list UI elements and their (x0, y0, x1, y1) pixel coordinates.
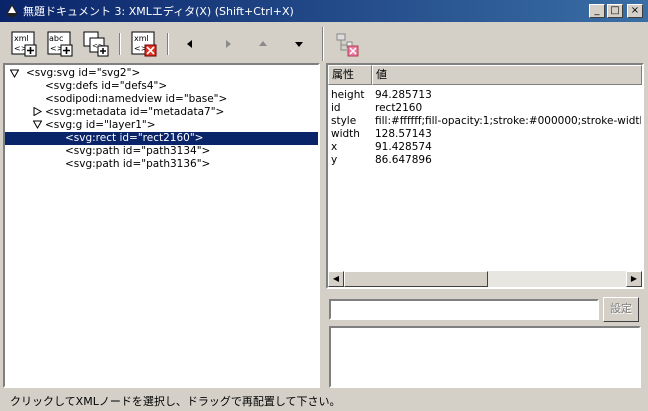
attr-name[interactable]: x (331, 141, 337, 154)
delete-attribute-button[interactable] (332, 29, 362, 59)
tree-node-metadata7[interactable]: <svg:metadata id="metadata7"> (45, 106, 224, 119)
tree-node-defs4[interactable]: <svg:defs id="defs4"> (45, 80, 167, 93)
xml-node-tree[interactable]: <svg:svg id="svg2"> <svg:defs id="defs4"… (3, 63, 320, 388)
new-text-node-button[interactable]: abc <> (45, 29, 75, 59)
inkscape-app-icon (6, 4, 18, 18)
collapsed-triangle-icon[interactable] (33, 107, 42, 116)
set-attribute-button[interactable]: 設定 (603, 297, 639, 322)
tree-node-rect2160-selected[interactable]: <svg:rect id="rect2160"> (5, 132, 318, 145)
attr-value[interactable]: 91.428574 (375, 141, 432, 154)
attr-name-column-header[interactable]: 属性 (328, 65, 372, 85)
new-text-node-icon: abc <> (47, 31, 73, 57)
raise-node-button[interactable] (254, 35, 272, 53)
attribute-name-input[interactable] (329, 299, 599, 320)
indent-node-button[interactable] (219, 35, 237, 53)
attr-name[interactable]: height (331, 89, 364, 102)
attr-value[interactable]: fill:#ffffff;fill-opacity:1;stroke:#0000… (375, 115, 641, 128)
arrow-up-icon (259, 41, 267, 46)
scrollbar-thumb[interactable] (344, 271, 488, 287)
lower-node-button[interactable] (290, 35, 308, 53)
new-element-node-icon: xml <> (11, 31, 37, 57)
status-text: クリックしてXMLノードを選択し、ドラッグで再配置して下さい。 (10, 395, 341, 408)
tree-node-path3134[interactable]: <svg:path id="path3134"> (65, 145, 210, 158)
tree-node-layer1[interactable]: <svg:g id="layer1"> (45, 119, 156, 132)
delete-attribute-icon (336, 33, 359, 57)
scroll-right-button[interactable]: ▶ (626, 271, 642, 287)
title-bar: 無題ドキュメント 3: XMLエディタ(X) (Shift+Ctrl+X) _ … (0, 0, 648, 22)
attr-name[interactable]: width (331, 128, 360, 141)
minimize-button[interactable]: _ (589, 4, 605, 18)
delete-node-button[interactable]: xml <> (129, 29, 159, 59)
panel-separator (322, 27, 324, 61)
arrow-left-icon (187, 40, 192, 48)
close-button[interactable]: × (627, 4, 643, 18)
status-bar: クリックしてXMLノードを選択し、ドラッグで再配置して下さい。 (0, 390, 648, 411)
tree-node-namedview[interactable]: <sodipodi:namedview id="base"> (45, 93, 227, 106)
attr-name[interactable]: id (331, 102, 341, 115)
tree-node-path3136[interactable]: <svg:path id="path3136"> (65, 158, 210, 171)
attr-name[interactable]: y (331, 154, 337, 167)
svg-text:abc: abc (49, 34, 63, 43)
attr-value[interactable]: rect2160 (375, 102, 422, 115)
new-element-node-button[interactable]: xml <> (9, 29, 39, 59)
attribute-value-textarea[interactable] (329, 326, 641, 388)
svg-text:xml: xml (14, 34, 29, 43)
duplicate-node-button[interactable]: <> (81, 29, 111, 59)
attr-value[interactable]: 86.647896 (375, 154, 432, 167)
attr-value-column-header[interactable]: 値 (372, 65, 642, 85)
maximize-button[interactable]: □ (607, 4, 623, 18)
arrow-right-icon (226, 40, 231, 48)
attr-value[interactable]: 128.57143 (375, 128, 432, 141)
horizontal-scrollbar[interactable]: ◀ ▶ (328, 271, 642, 287)
toolbar-separator (119, 33, 121, 55)
toolbar-separator (167, 33, 169, 55)
tree-node-svg2[interactable]: <svg:svg id="svg2"> (26, 67, 140, 80)
arrow-down-icon (295, 42, 303, 47)
attr-name[interactable]: style (331, 115, 356, 128)
expanded-triangle-icon[interactable] (10, 69, 19, 78)
scroll-left-button[interactable]: ◀ (328, 271, 344, 287)
unindent-node-button[interactable] (181, 35, 199, 53)
attr-value[interactable]: 94.285713 (375, 89, 432, 102)
window-title: 無題ドキュメント 3: XMLエディタ(X) (Shift+Ctrl+X) (23, 5, 294, 18)
duplicate-node-icon: <> (83, 31, 109, 57)
attribute-list[interactable]: 属性 値 height 94.285713 id rect2160 style … (326, 63, 644, 289)
expanded-triangle-icon[interactable] (33, 120, 42, 129)
svg-text:xml: xml (134, 34, 149, 43)
delete-node-icon: xml <> (131, 31, 157, 57)
